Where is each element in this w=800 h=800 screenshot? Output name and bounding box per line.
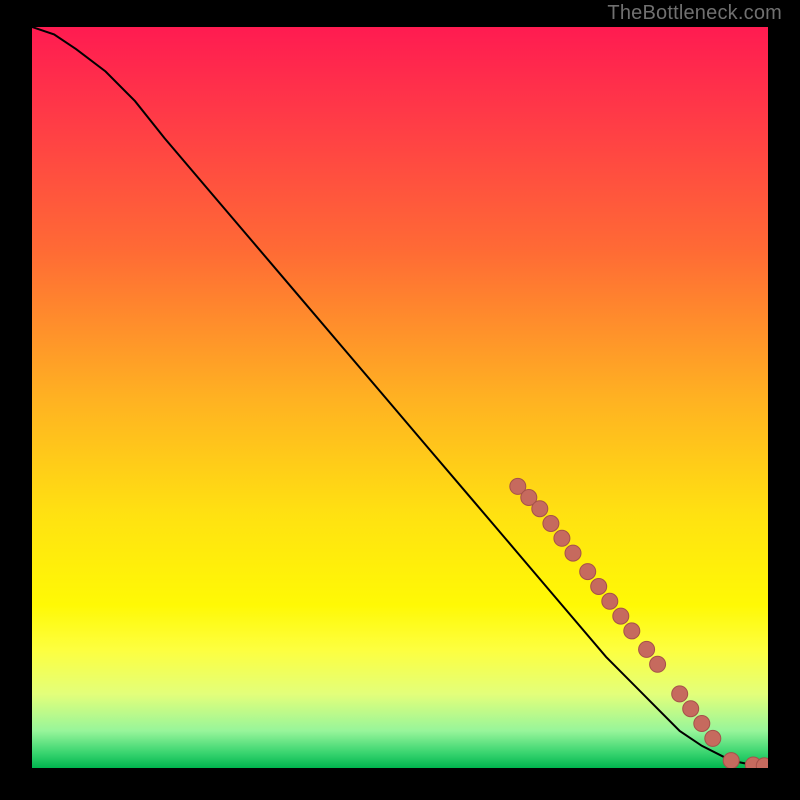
chart-overlay [32,27,768,768]
data-marker [672,686,688,702]
bottleneck-curve-path [32,27,768,766]
data-marker [624,623,640,639]
plot-area [32,27,768,768]
attribution-label: TheBottleneck.com [607,2,782,25]
data-marker [543,516,559,532]
data-marker [613,608,629,624]
data-marker [532,501,548,517]
data-marker [554,530,570,546]
chart-frame: TheBottleneck.com [0,0,800,800]
data-marker [565,545,581,561]
data-marker [602,593,618,609]
data-markers [510,478,768,768]
data-marker [694,716,710,732]
data-marker [683,701,699,717]
data-marker [650,656,666,672]
data-marker [705,730,721,746]
data-marker [591,579,607,595]
data-marker [723,753,739,768]
data-marker [639,641,655,657]
data-marker [580,564,596,580]
